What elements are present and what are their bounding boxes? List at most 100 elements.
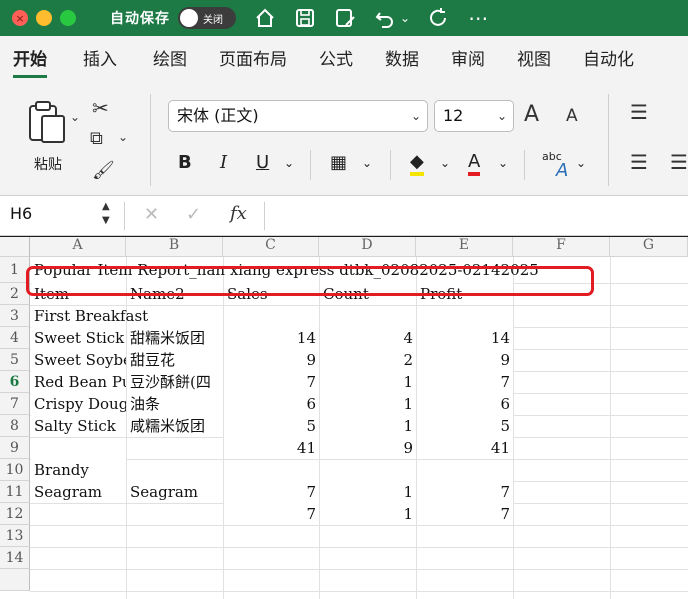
tab-automate[interactable]: 自动化 <box>570 36 647 84</box>
underline-dropdown-icon[interactable]: ⌄ <box>284 156 294 170</box>
cell-a5[interactable]: Sweet Soybean <box>31 349 126 371</box>
home-icon[interactable] <box>254 7 276 29</box>
tab-review[interactable]: 审阅 <box>438 36 498 84</box>
save-icon[interactable] <box>294 7 316 29</box>
cancel-icon[interactable]: ✕ <box>144 204 159 225</box>
cell-d5[interactable]: 2 <box>320 349 416 371</box>
cell-a1[interactable]: Popular Item Report_nan xiang express dt… <box>31 259 601 281</box>
italic-button[interactable]: I <box>220 152 227 173</box>
close-window-icon[interactable]: × <box>12 10 28 26</box>
row-header-11[interactable]: 11 <box>0 481 30 503</box>
fill-color-icon[interactable]: ◆ <box>410 152 424 176</box>
tab-page-layout[interactable]: 页面布局 <box>206 36 300 84</box>
cell-d2[interactable]: Count <box>320 283 416 305</box>
row-header-1[interactable]: 1 <box>0 257 30 283</box>
formula-input[interactable] <box>270 202 680 230</box>
cell-a10[interactable]: Brandy <box>31 459 126 481</box>
autosave-toggle[interactable]: 关闭 <box>178 7 236 29</box>
cell-b5[interactable]: 甜豆花 <box>127 349 223 371</box>
column-header-f[interactable]: F <box>513 237 610 257</box>
cell-c12[interactable]: 7 <box>224 503 319 525</box>
grow-font-icon[interactable]: A <box>524 102 539 127</box>
more-icon[interactable]: ⋯ <box>468 6 488 30</box>
save-as-icon[interactable] <box>334 7 356 29</box>
name-box[interactable]: H6 <box>10 204 32 223</box>
cell-a11[interactable]: Seagram <box>31 481 126 503</box>
tab-view[interactable]: 视图 <box>504 36 564 84</box>
cell-a4[interactable]: Sweet Stick <box>31 327 126 349</box>
paste-button[interactable]: 粘贴 <box>18 98 78 174</box>
column-header-a[interactable]: A <box>30 237 126 257</box>
confirm-icon[interactable]: ✓ <box>186 204 201 225</box>
row-header-3[interactable]: 3 <box>0 305 30 327</box>
shrink-font-icon[interactable]: A <box>566 106 578 126</box>
cell-b6[interactable]: 豆沙酥餅(四 <box>127 371 223 393</box>
cell-e8[interactable]: 5 <box>417 415 513 437</box>
tab-home[interactable]: 开始 <box>0 36 60 84</box>
row-header-6[interactable]: 6 <box>0 371 30 393</box>
row-header-15[interactable] <box>0 569 30 591</box>
tab-data[interactable]: 数据 <box>372 36 432 84</box>
cell-c2[interactable]: Sales <box>224 283 319 305</box>
column-header-g[interactable]: G <box>610 237 688 257</box>
cell-e12[interactable]: 7 <box>417 503 513 525</box>
row-header-14[interactable]: 14 <box>0 547 30 569</box>
cell-b4[interactable]: 甜糯米饭团 <box>127 327 223 349</box>
cell-c9[interactable]: 41 <box>224 437 319 459</box>
row-header-13[interactable]: 13 <box>0 525 30 547</box>
cell-e7[interactable]: 6 <box>417 393 513 415</box>
maximize-window-icon[interactable] <box>60 10 76 26</box>
undo-icon[interactable]: ⌄ <box>374 7 410 29</box>
align-left-icon[interactable]: ☰ <box>630 150 648 174</box>
cell-b7[interactable]: 油条 <box>127 393 223 415</box>
cell-d8[interactable]: 1 <box>320 415 416 437</box>
minimize-window-icon[interactable] <box>36 10 52 26</box>
paste-dropdown-icon[interactable]: ⌄ <box>70 110 80 124</box>
cell-c4[interactable]: 14 <box>224 327 319 349</box>
tab-draw[interactable]: 绘图 <box>140 36 200 84</box>
name-box-stepper-icon[interactable]: ▲ ▼ <box>102 200 110 228</box>
cell-d6[interactable]: 1 <box>320 371 416 393</box>
cell-e11[interactable]: 7 <box>417 481 513 503</box>
cell-a6[interactable]: Red Bean Puff <box>31 371 126 393</box>
phonetic-dropdown-icon[interactable]: ⌄ <box>576 156 586 170</box>
cell-d12[interactable]: 1 <box>320 503 416 525</box>
row-header-9[interactable]: 9 <box>0 437 30 459</box>
cell-b11[interactable]: Seagram <box>127 481 223 503</box>
cell-a3[interactable]: First Breakfast <box>31 305 221 327</box>
row-header-4[interactable]: 4 <box>0 327 30 349</box>
align-center-icon[interactable]: ☰ <box>670 150 688 174</box>
column-header-b[interactable]: B <box>126 237 223 257</box>
cell-c7[interactable]: 6 <box>224 393 319 415</box>
fill-color-dropdown-icon[interactable]: ⌄ <box>440 156 450 170</box>
cell-c11[interactable]: 7 <box>224 481 319 503</box>
cut-icon[interactable]: ✂ <box>92 96 109 120</box>
borders-icon[interactable]: ▦ <box>330 152 347 173</box>
cell-d11[interactable]: 1 <box>320 481 416 503</box>
copy-icon[interactable]: ⧉ <box>90 128 103 149</box>
cell-d7[interactable]: 1 <box>320 393 416 415</box>
row-header-10[interactable]: 10 <box>0 459 30 481</box>
cell-c8[interactable]: 5 <box>224 415 319 437</box>
select-all-corner[interactable] <box>0 237 30 257</box>
font-size-select[interactable]: 12 ⌄ <box>434 100 514 132</box>
copy-dropdown-icon[interactable]: ⌄ <box>118 130 128 144</box>
redo-icon[interactable] <box>428 7 450 29</box>
cell-b8[interactable]: 咸糯米饭团 <box>127 415 223 437</box>
font-color-dropdown-icon[interactable]: ⌄ <box>498 156 508 170</box>
column-header-d[interactable]: D <box>319 237 416 257</box>
cell-a8[interactable]: Salty Stick <box>31 415 126 437</box>
cell-c5[interactable]: 9 <box>224 349 319 371</box>
cell-a7[interactable]: Crispy Dough <box>31 393 126 415</box>
row-header-8[interactable]: 8 <box>0 415 30 437</box>
row-header-12[interactable]: 12 <box>0 503 30 525</box>
column-header-e[interactable]: E <box>416 237 513 257</box>
row-header-7[interactable]: 7 <box>0 393 30 415</box>
align-top-icon[interactable]: ☰ <box>630 100 648 124</box>
cell-e6[interactable]: 7 <box>417 371 513 393</box>
function-icon[interactable]: fx <box>230 203 247 224</box>
format-painter-icon[interactable]: 🖌 <box>92 160 115 181</box>
tab-formulas[interactable]: 公式 <box>306 36 366 84</box>
cell-e9[interactable]: 41 <box>417 437 513 459</box>
font-family-select[interactable]: 宋体 (正文) ⌄ <box>168 100 428 132</box>
